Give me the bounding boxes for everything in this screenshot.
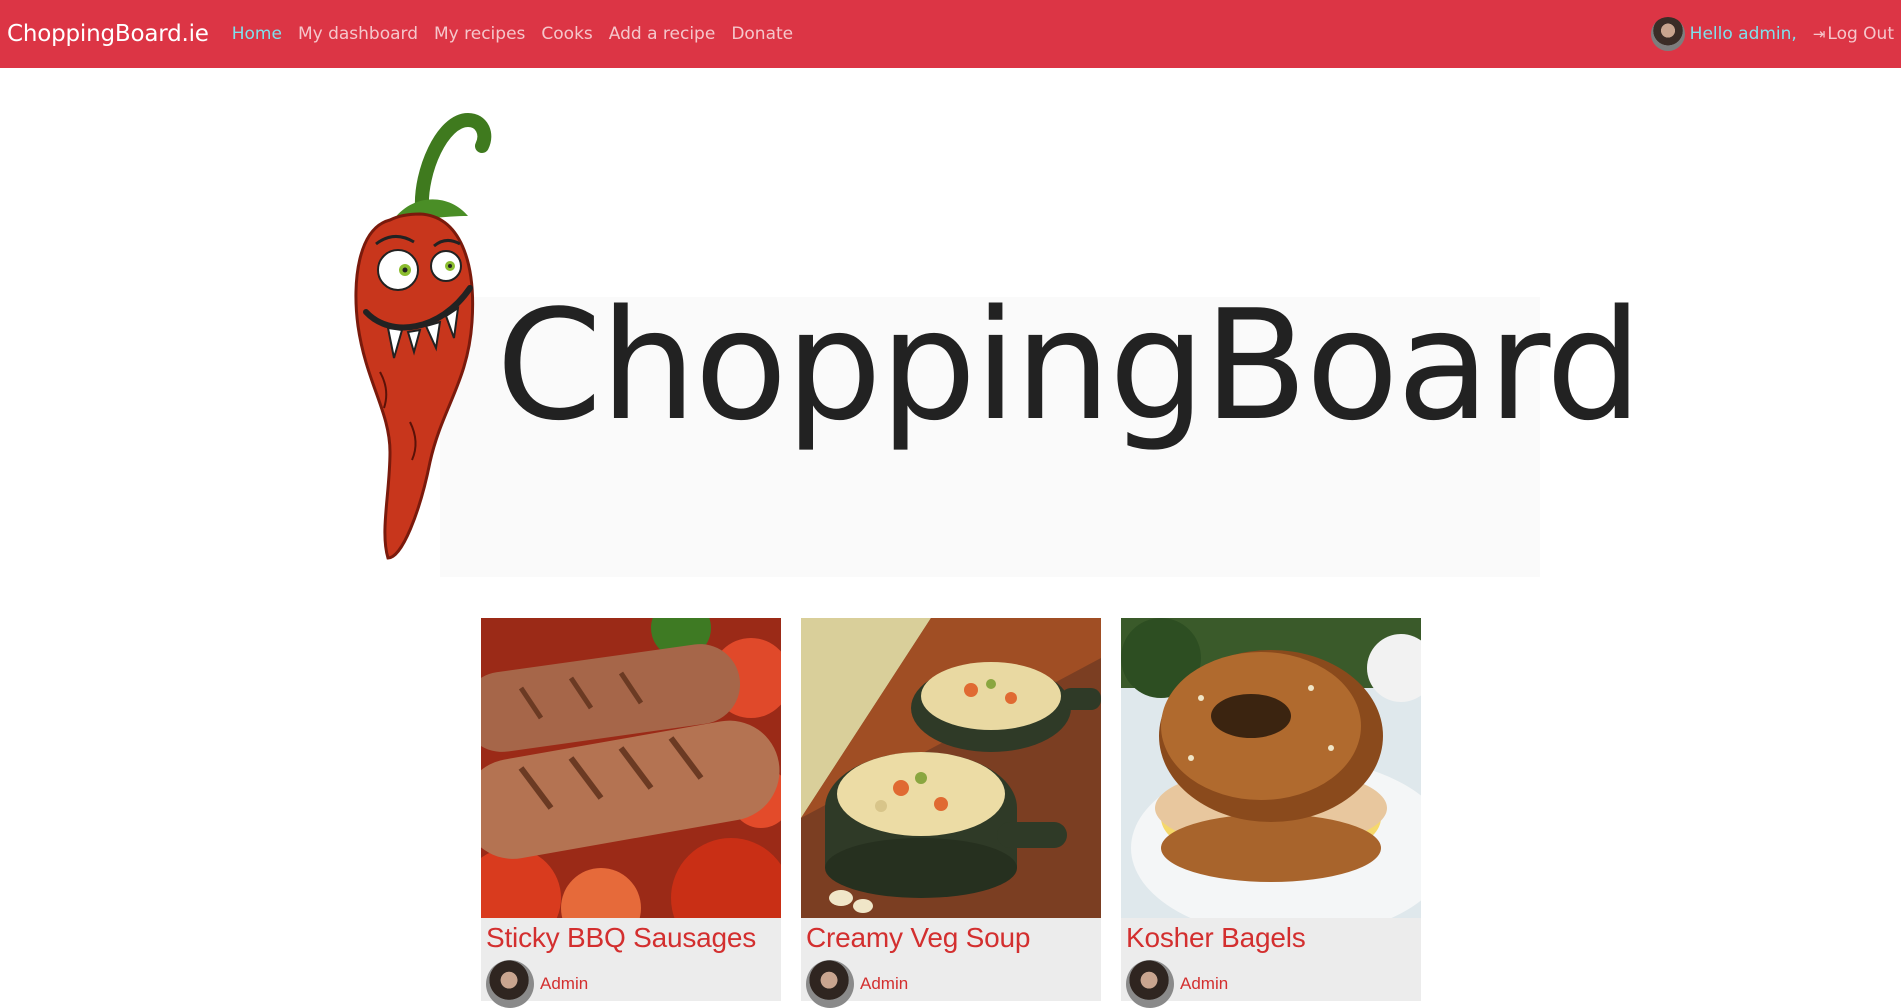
nav-link-my-recipes[interactable]: My recipes xyxy=(434,24,525,44)
recipe-image[interactable] xyxy=(1121,618,1421,918)
recipe-author[interactable]: Admin xyxy=(1121,954,1421,1008)
recipe-card[interactable]: Sticky BBQ Sausages Admin xyxy=(481,618,781,1008)
recipe-image[interactable] xyxy=(481,618,781,918)
recipe-title[interactable]: Sticky BBQ Sausages xyxy=(481,918,781,954)
author-name[interactable]: Admin xyxy=(860,974,908,994)
user-greeting[interactable]: Hello admin, xyxy=(1690,24,1797,44)
recipe-title[interactable]: Creamy Veg Soup xyxy=(801,918,1101,954)
nav-link-cooks[interactable]: Cooks xyxy=(541,24,592,44)
author-name[interactable]: Admin xyxy=(1180,974,1228,994)
bagel-image-icon xyxy=(1121,618,1421,918)
author-name[interactable]: Admin xyxy=(540,974,588,994)
logout-label: Log Out xyxy=(1827,24,1894,44)
nav-link-add-recipe[interactable]: Add a recipe xyxy=(609,24,716,44)
sausages-image-icon xyxy=(481,618,781,918)
recipe-card[interactable]: Creamy Veg Soup Admin xyxy=(801,618,1101,1008)
brand-link[interactable]: ChoppingBoard.ie xyxy=(7,21,209,47)
nav-link-my-dashboard[interactable]: My dashboard xyxy=(298,24,418,44)
logout-icon: ⇥ xyxy=(1812,25,1826,43)
logo-wordmark: ChoppingBoard xyxy=(496,277,1642,454)
nav-link-home[interactable]: Home xyxy=(232,24,282,44)
recipe-author[interactable]: Admin xyxy=(481,954,781,1008)
recipe-card[interactable]: Kosher Bagels Admin xyxy=(1121,618,1421,1008)
logout-link[interactable]: ⇥ Log Out xyxy=(1813,24,1894,44)
nav-user-area: Hello admin, ⇥ Log Out xyxy=(1650,17,1894,51)
recipe-cards: Sticky BBQ Sausages Admin Creamy Veg Sou… xyxy=(481,618,1421,1008)
nav-link-donate[interactable]: Donate xyxy=(731,24,793,44)
chili-pepper-mascot-icon xyxy=(354,112,492,560)
nav-links: Home My dashboard My recipes Cooks Add a… xyxy=(232,24,809,44)
recipe-author[interactable]: Admin xyxy=(801,954,1101,1008)
recipe-image[interactable] xyxy=(801,618,1101,918)
hero-logo: ChoppingBoard xyxy=(350,112,1642,577)
soup-image-icon xyxy=(801,618,1101,918)
recipe-title[interactable]: Kosher Bagels xyxy=(1121,918,1421,954)
top-navbar: ChoppingBoard.ie Home My dashboard My re… xyxy=(0,0,1901,68)
user-avatar[interactable] xyxy=(1650,17,1685,51)
